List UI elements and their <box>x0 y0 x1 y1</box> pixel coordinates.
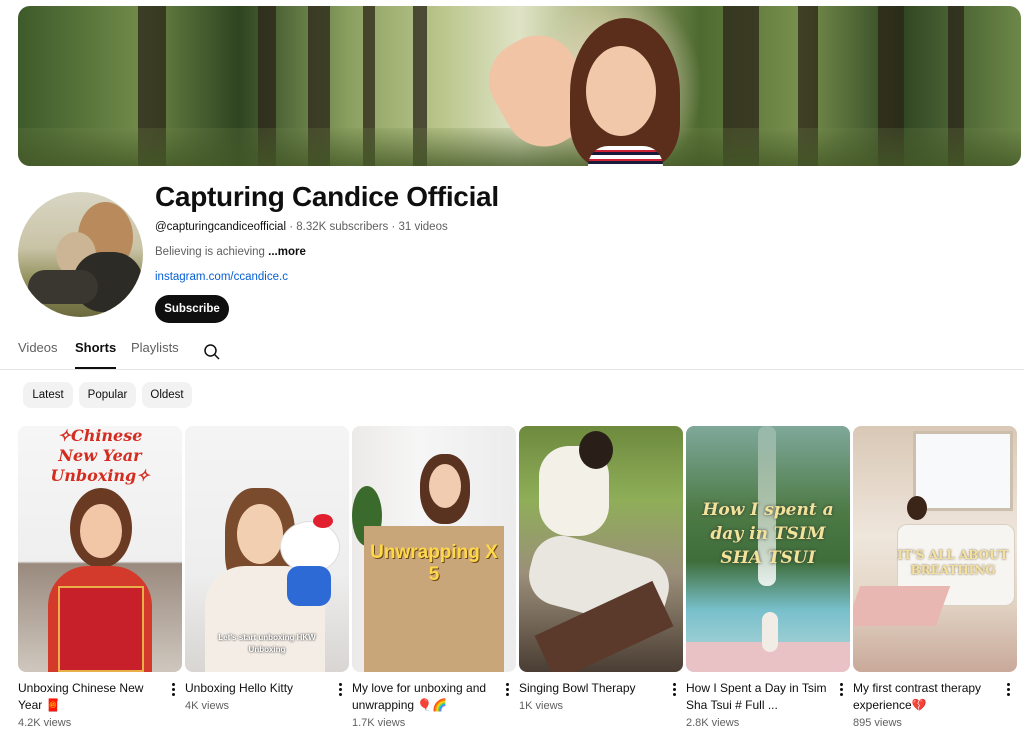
tab-shorts[interactable]: Shorts <box>75 340 117 369</box>
channel-handle: @capturingcandiceofficial <box>155 221 287 233</box>
short-views: 1K views <box>519 700 564 712</box>
short-thumbnail[interactable]: Let's start unboxing HKW Unboxing <box>185 426 349 672</box>
short-views: 4K views <box>185 700 230 712</box>
more-vert-icon[interactable] <box>1003 683 1013 699</box>
more-vert-icon[interactable] <box>335 683 345 699</box>
channel-meta: @capturingcandiceofficial · 8.32K subscr… <box>155 221 448 233</box>
thumbnail-overlay-text: Let's start unboxing HKW Unboxing <box>218 633 316 654</box>
short-card[interactable]: IT'S ALL ABOUT BREATHING My first contra… <box>853 426 1017 729</box>
tab-playlists[interactable]: Playlists <box>131 340 179 369</box>
short-title[interactable]: My love for unboxing and unwrapping 🎈🌈 <box>352 680 494 714</box>
short-views: 1.7K views <box>352 717 406 729</box>
short-views: 4.2K views <box>18 717 72 729</box>
thumbnail-overlay-text: How I spent a day in TSIM SHA TSUI <box>702 500 834 568</box>
short-card[interactable]: ✧Chinese New Year Unboxing✧ Unboxing Chi… <box>18 426 182 729</box>
chip-oldest[interactable]: Oldest <box>142 382 192 408</box>
short-thumbnail[interactable]: IT'S ALL ABOUT BREATHING <box>853 426 1017 672</box>
thumbnail-overlay-text: Unwrapping X 5 <box>370 542 498 585</box>
short-card[interactable]: Let's start unboxing HKW Unboxing Unboxi… <box>185 426 349 726</box>
short-card[interactable]: Singing Bowl Therapy 1K views <box>519 426 683 726</box>
short-title[interactable]: Unboxing Chinese New Year 🧧 <box>18 680 160 714</box>
thumbnail-overlay-text: ✧Chinese New Year Unboxing✧ <box>50 426 150 485</box>
short-thumbnail[interactable] <box>519 426 683 672</box>
more-vert-icon[interactable] <box>669 683 679 699</box>
short-views: 2.8K views <box>686 717 740 729</box>
channel-banner <box>18 6 1021 166</box>
tabs-divider <box>0 369 1024 370</box>
subscribe-button[interactable]: Subscribe <box>155 295 229 323</box>
short-title[interactable]: Unboxing Hello Kitty <box>185 680 327 697</box>
chip-popular[interactable]: Popular <box>79 382 136 408</box>
description-text: Believing is achieving <box>155 246 265 258</box>
chip-latest[interactable]: Latest <box>23 382 73 408</box>
channel-title: Capturing Candice Official <box>155 181 499 212</box>
tab-videos[interactable]: Videos <box>18 340 58 369</box>
channel-link[interactable]: instagram.com/ccandice.c <box>155 271 288 283</box>
channel-stats: · 8.32K subscribers · 31 videos <box>286 221 448 233</box>
channel-description[interactable]: Believing is achieving ...more <box>155 246 306 258</box>
short-thumbnail[interactable]: How I spent a day in TSIM SHA TSUI <box>686 426 850 672</box>
short-views: 895 views <box>853 717 902 729</box>
short-title[interactable]: Singing Bowl Therapy <box>519 680 661 697</box>
channel-avatar[interactable] <box>18 192 143 317</box>
search-icon[interactable] <box>203 343 221 361</box>
more-vert-icon[interactable] <box>836 683 846 699</box>
thumbnail-overlay-text: IT'S ALL ABOUT BREATHING <box>897 548 1009 577</box>
short-thumbnail[interactable]: ✧Chinese New Year Unboxing✧ <box>18 426 182 672</box>
short-card[interactable]: Unwrapping X 5 My love for unboxing and … <box>352 426 516 729</box>
short-title[interactable]: How I Spent a Day in Tsim Sha Tsui # Ful… <box>686 680 828 714</box>
short-thumbnail[interactable]: Unwrapping X 5 <box>352 426 516 672</box>
more-vert-icon[interactable] <box>502 683 512 699</box>
more-link[interactable]: ...more <box>265 246 306 258</box>
more-vert-icon[interactable] <box>168 683 178 699</box>
short-title[interactable]: My first contrast therapy experience💔 <box>853 680 995 714</box>
short-card[interactable]: How I spent a day in TSIM SHA TSUI How I… <box>686 426 850 729</box>
